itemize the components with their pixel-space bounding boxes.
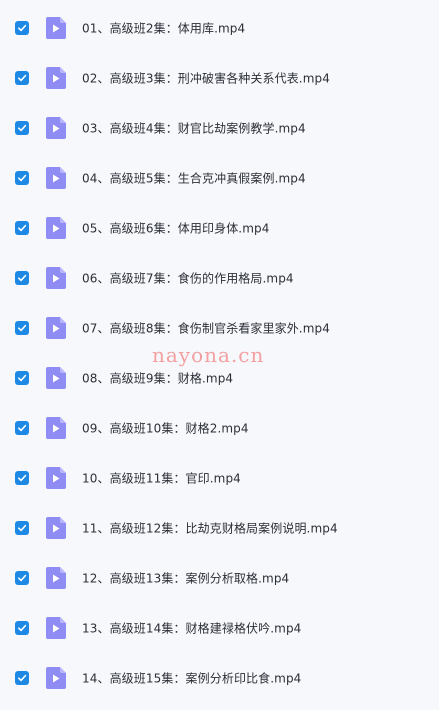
file-name: 13、高级班14集：财格建禄格伏吟.mp4 — [82, 621, 302, 636]
file-name: 05、高级班6集：体用印身体.mp4 — [82, 221, 270, 236]
file-name: 10、高级班11集：官印.mp4 — [82, 471, 241, 486]
file-row[interactable]: 09、高级班10集：财格2.mp4 — [0, 403, 439, 453]
file-row[interactable]: 12、高级班13集：案例分析取格.mp4 — [0, 553, 439, 603]
file-name: 14、高级班15集：案例分析印比食.mp4 — [82, 671, 302, 686]
video-file-icon — [46, 667, 66, 689]
file-name: 08、高级班9集：财格.mp4 — [82, 371, 234, 386]
checkmark-icon — [18, 174, 27, 182]
file-name: 02、高级班3集：刑冲破害各种关系代表.mp4 — [82, 71, 330, 86]
video-file-icon — [46, 17, 66, 39]
file-name: 04、高级班5集：生合克冲真假案例.mp4 — [82, 171, 306, 186]
file-checkbox[interactable] — [15, 321, 29, 335]
file-row[interactable]: 03、高级班4集：财官比劫案例教学.mp4 — [0, 103, 439, 153]
checkmark-icon — [18, 324, 27, 332]
file-row[interactable]: 01、高级班2集：体用库.mp4 — [0, 3, 439, 53]
file-row[interactable]: 10、高级班11集：官印.mp4 — [0, 453, 439, 503]
video-file-icon — [46, 617, 66, 639]
file-row[interactable]: 14、高级班15集：案例分析印比食.mp4 — [0, 653, 439, 703]
file-name: 03、高级班4集：财官比劫案例教学.mp4 — [82, 121, 306, 136]
file-name: 09、高级班10集：财格2.mp4 — [82, 421, 249, 436]
file-name: 07、高级班8集：食伤制官杀看家里家外.mp4 — [82, 321, 330, 336]
file-checkbox[interactable] — [15, 471, 29, 485]
checkmark-icon — [18, 374, 27, 382]
file-checkbox[interactable] — [15, 671, 29, 685]
file-row[interactable]: 11、高级班12集：比劫克财格局案例说明.mp4 — [0, 503, 439, 553]
video-file-icon — [46, 117, 66, 139]
file-name: 06、高级班7集：食伤的作用格局.mp4 — [82, 271, 294, 286]
file-checkbox[interactable] — [15, 21, 29, 35]
checkmark-icon — [18, 424, 27, 432]
checkmark-icon — [18, 24, 27, 32]
file-checkbox[interactable] — [15, 221, 29, 235]
video-file-icon — [46, 367, 66, 389]
file-checkbox[interactable] — [15, 271, 29, 285]
file-row[interactable]: 08、高级班9集：财格.mp4 — [0, 353, 439, 403]
file-checkbox[interactable] — [15, 421, 29, 435]
file-row[interactable]: 07、高级班8集：食伤制官杀看家里家外.mp4 — [0, 303, 439, 353]
video-file-icon — [46, 217, 66, 239]
file-row[interactable]: 04、高级班5集：生合克冲真假案例.mp4 — [0, 153, 439, 203]
checkmark-icon — [18, 574, 27, 582]
file-checkbox[interactable] — [15, 171, 29, 185]
file-name: 01、高级班2集：体用库.mp4 — [82, 21, 246, 36]
file-row[interactable]: 13、高级班14集：财格建禄格伏吟.mp4 — [0, 603, 439, 653]
checkmark-icon — [18, 474, 27, 482]
file-checkbox[interactable] — [15, 571, 29, 585]
video-file-icon — [46, 417, 66, 439]
checkmark-icon — [18, 124, 27, 132]
video-file-icon — [46, 167, 66, 189]
file-row[interactable]: 05、高级班6集：体用印身体.mp4 — [0, 203, 439, 253]
checkmark-icon — [18, 624, 27, 632]
checkmark-icon — [18, 524, 27, 532]
video-file-icon — [46, 467, 66, 489]
file-list: 01、高级班2集：体用库.mp4 02、高级班3集：刑冲破害各种关系代表.mp4 0… — [0, 0, 439, 710]
checkmark-icon — [18, 224, 27, 232]
file-checkbox[interactable] — [15, 371, 29, 385]
video-file-icon — [46, 317, 66, 339]
checkmark-icon — [18, 274, 27, 282]
file-name: 12、高级班13集：案例分析取格.mp4 — [82, 571, 290, 586]
video-file-icon — [46, 67, 66, 89]
file-checkbox[interactable] — [15, 621, 29, 635]
file-checkbox[interactable] — [15, 521, 29, 535]
checkmark-icon — [18, 74, 27, 82]
checkmark-icon — [18, 674, 27, 682]
video-file-icon — [46, 517, 66, 539]
file-checkbox[interactable] — [15, 121, 29, 135]
video-file-icon — [46, 567, 66, 589]
video-file-icon — [46, 267, 66, 289]
file-row[interactable]: 02、高级班3集：刑冲破害各种关系代表.mp4 — [0, 53, 439, 103]
file-row[interactable]: 06、高级班7集：食伤的作用格局.mp4 — [0, 253, 439, 303]
file-checkbox[interactable] — [15, 71, 29, 85]
file-name: 11、高级班12集：比劫克财格局案例说明.mp4 — [82, 521, 338, 536]
